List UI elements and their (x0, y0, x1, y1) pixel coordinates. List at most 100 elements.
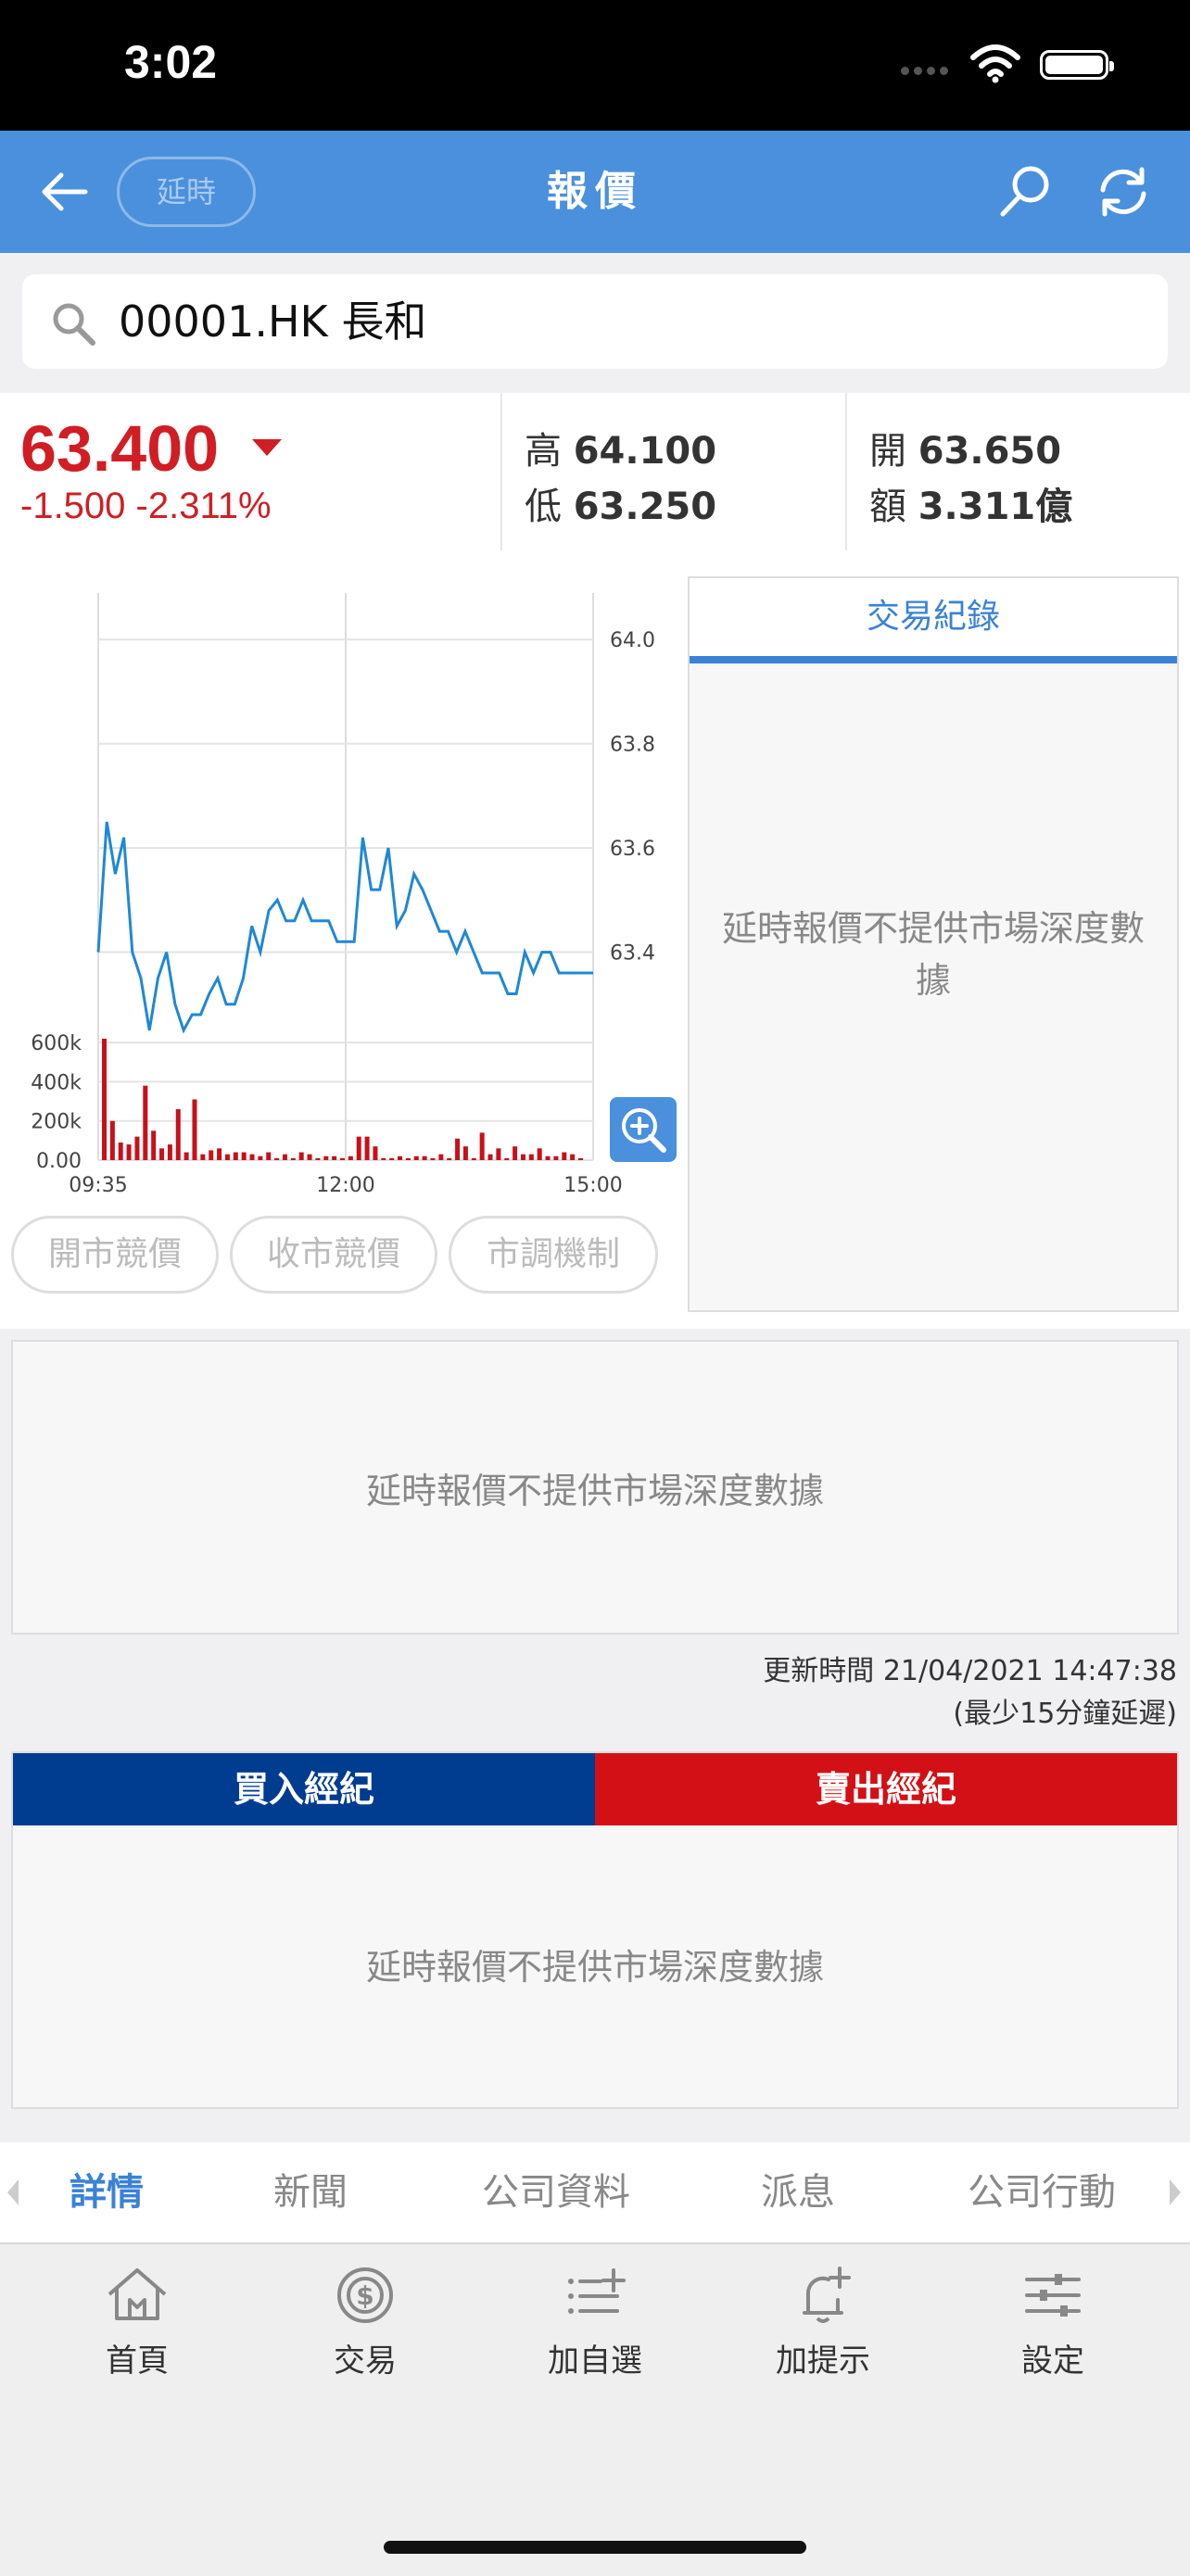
tab-dividend[interactable]: 派息 (728, 2142, 867, 2242)
tab-news[interactable]: 新聞 (241, 2142, 380, 2242)
volume-bar (471, 1157, 476, 1160)
volume-tick-label: 600k (31, 1032, 82, 1055)
time-tick-label: 09:35 (69, 1174, 127, 1197)
back-arrow-icon[interactable] (37, 164, 93, 220)
volume-bar (348, 1155, 353, 1160)
volume-bar (520, 1154, 525, 1160)
delay-badge[interactable]: 延時 (117, 157, 256, 227)
volume-bar (298, 1152, 304, 1160)
volume-bar (184, 1152, 189, 1160)
low-price: 低 63.250 (525, 476, 716, 530)
volume-bar (504, 1157, 510, 1160)
time-tick-label: 15:00 (563, 1174, 622, 1197)
volatility-mechanism-button[interactable]: 市調機制 (449, 1216, 658, 1294)
intraday-chart[interactable]: 64.0 63.8 63.6 63.4 600k 400k 200k 0.0009:35 12:… (0, 550, 686, 1199)
volume-bar (381, 1157, 386, 1160)
tab-corporate-actions[interactable]: 公司行動 (949, 2142, 1134, 2242)
buy-brokers-header[interactable]: 買入經紀 (13, 1753, 595, 1825)
scroll-left-icon[interactable] (7, 2179, 19, 2205)
volume-bar (462, 1146, 468, 1160)
volume-tick-label: 400k (31, 1071, 82, 1094)
update-time: 更新時間 21/04/2021 14:47:38 (763, 1655, 1177, 1687)
dollar-exchange-icon: $ (337, 2267, 393, 2323)
nav-add-alert[interactable]: 加提示 (749, 2263, 897, 2402)
nav-home-label: 首頁 (106, 2342, 169, 2380)
volume-bar (217, 1148, 222, 1160)
volume-bar (151, 1130, 157, 1160)
volume-bar (290, 1157, 296, 1160)
volume-bar (413, 1155, 419, 1160)
refresh-icon[interactable] (1094, 162, 1153, 221)
volume-bar (537, 1148, 542, 1160)
volume-tick-label: 0.00 (36, 1150, 82, 1173)
closing-auction-button[interactable]: 收市競價 (230, 1216, 437, 1294)
zoom-in-icon[interactable] (610, 1097, 677, 1162)
volume-bar (545, 1155, 551, 1160)
tab-trade-record[interactable]: 交易紀錄 (690, 578, 1177, 656)
add-list-icon (568, 2268, 626, 2314)
add-alert-bell-icon (803, 2267, 851, 2323)
price-tick-label: 64.0 (610, 629, 655, 652)
tab-details[interactable]: 詳情 (37, 2142, 176, 2242)
volume-bar (175, 1109, 181, 1160)
volume-tick-label: 200k (31, 1111, 82, 1134)
nav-add-watchlist-label: 加自選 (548, 2342, 642, 2380)
home-indicator (384, 2541, 806, 2554)
stock-search-field[interactable]: 00001.HK 長和 (22, 274, 1168, 369)
nav-settings[interactable]: 設定 (979, 2263, 1127, 2402)
tab-company-info[interactable]: 公司資料 (463, 2142, 649, 2242)
volume-bar (455, 1138, 461, 1160)
volume-bar (258, 1155, 263, 1160)
open-label: 開 (869, 430, 906, 473)
volume-bar (249, 1154, 255, 1160)
last-price: 63.400 (20, 412, 220, 485)
volume-bar (553, 1155, 559, 1160)
broker-queue-panel: 買入經紀 賣出經紀 延時報價不提供市場深度數據 (11, 1751, 1179, 2109)
high-price: 高 64.100 (525, 421, 716, 474)
svg-text:$: $ (356, 2280, 373, 2311)
sell-brokers-header[interactable]: 賣出經紀 (595, 1753, 1177, 1825)
price-tick-label: 63.8 (610, 734, 655, 757)
app-header: 報價 延時 (0, 131, 1190, 253)
scroll-right-icon[interactable] (1170, 2179, 1181, 2205)
price-down-icon (252, 439, 282, 456)
volume-bar (315, 1157, 321, 1160)
divider (845, 393, 847, 550)
volume-bar (332, 1155, 337, 1160)
chart-section: 64.0 63.8 63.6 63.4 600k 400k 200k 0.00 09:35 12:… (0, 550, 1190, 1329)
search-input-value[interactable]: 00001.HK 長和 (119, 274, 426, 369)
low-label: 低 (525, 486, 562, 528)
search-icon[interactable] (995, 162, 1055, 221)
volume-bar (422, 1155, 427, 1160)
quote-summary: 63.400 -1.500 -2.311% 高 64.100 低 63.250 … (0, 393, 1190, 550)
time-tick-label: 12:00 (316, 1174, 374, 1197)
volume-bar (143, 1085, 148, 1160)
nav-home[interactable]: 首頁 (63, 2263, 211, 2402)
volume-bar (200, 1154, 206, 1160)
volume-bar (126, 1144, 132, 1160)
volume-bar (209, 1150, 214, 1160)
high-label: 高 (525, 430, 562, 473)
volume-bar (266, 1152, 272, 1160)
price-tick-label: 63.4 (610, 942, 655, 966)
low-value: 63.250 (573, 486, 717, 528)
volume-bar (241, 1152, 247, 1160)
nav-add-watchlist[interactable]: 加自選 (521, 2263, 669, 2402)
trade-record-panel: 交易紀錄 延時報價不提供市場深度數據 (688, 576, 1179, 1312)
volume-bar (167, 1144, 172, 1160)
volume-bar (562, 1152, 567, 1160)
volume-bar (364, 1136, 370, 1160)
volume-bar (118, 1142, 123, 1160)
volume-bar (578, 1157, 583, 1160)
volume-bar (447, 1157, 452, 1160)
volume-bar (373, 1146, 378, 1160)
opening-auction-button[interactable]: 開市競價 (11, 1216, 219, 1294)
delay-note: (最少15分鐘延遲) (953, 1698, 1177, 1730)
volume-bar (479, 1132, 485, 1160)
volume-bar (274, 1157, 280, 1160)
bottom-navigation: 首頁 $ 交易 加自選 加提示 設定 (0, 2242, 1190, 2576)
volume-bar (528, 1154, 534, 1160)
nav-trade[interactable]: $ 交易 (291, 2263, 439, 2402)
volume-bar (159, 1148, 165, 1160)
volume-bar (496, 1148, 501, 1160)
